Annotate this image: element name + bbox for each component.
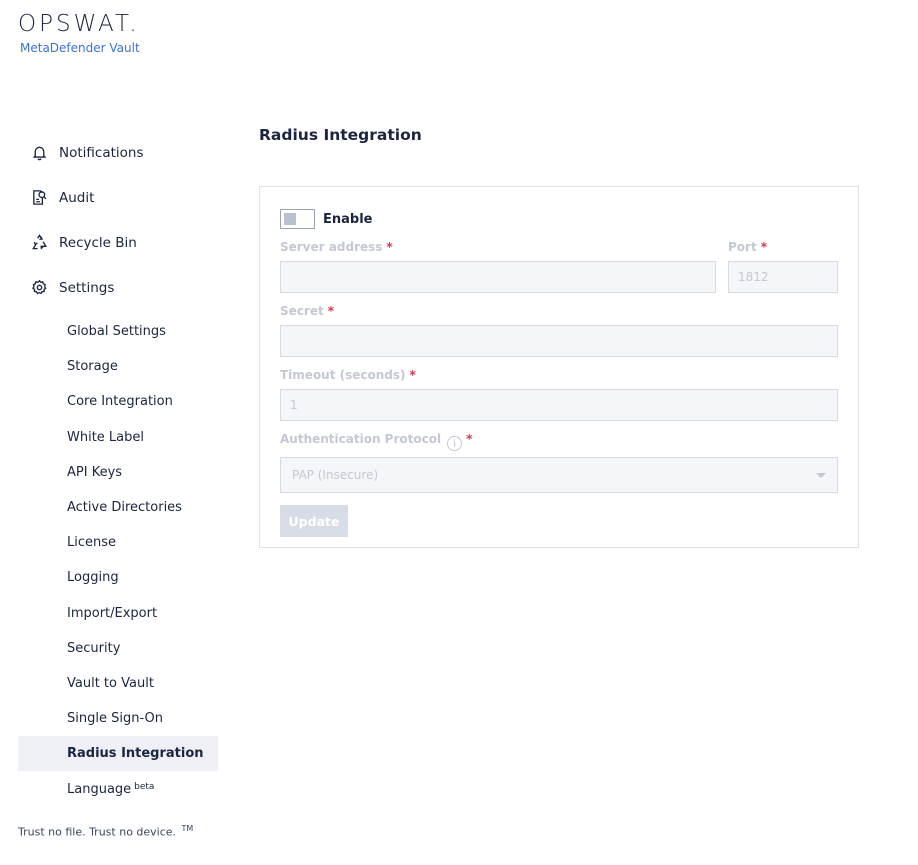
protocol-label: Authentication Protocol i *	[280, 432, 473, 451]
port-label-text: Port	[728, 240, 757, 254]
recycle-icon	[30, 234, 48, 252]
required-mark: *	[409, 368, 416, 382]
sidebar-item-global-settings[interactable]: Global Settings	[18, 314, 218, 349]
protocol-label-text: Authentication Protocol	[280, 432, 442, 446]
required-mark: *	[466, 432, 473, 446]
enable-row: Enable	[280, 209, 373, 229]
sidebar-item-radius-integration[interactable]: Radius Integration	[18, 736, 218, 772]
beta-badge: beta	[134, 782, 155, 793]
protocol-select[interactable]: PAP (Insecure)	[280, 457, 838, 493]
sidebar-item-security[interactable]: Security	[18, 631, 218, 666]
sidebar-item-label: Settings	[59, 279, 115, 296]
sidebar-item-core-integration[interactable]: Core Integration	[18, 384, 218, 419]
sidebar-item-single-sign-on[interactable]: Single Sign-On	[18, 701, 218, 736]
sidebar-item-label: Notifications	[59, 144, 144, 161]
sidebar-item-white-label[interactable]: White Label	[18, 420, 218, 455]
sidebar-item-active-directories[interactable]: Active Directories	[18, 490, 218, 525]
sidebar-item-language[interactable]: Language beta	[18, 771, 218, 806]
enable-label: Enable	[323, 211, 373, 227]
sidebar-item-label: Language	[67, 781, 132, 797]
bell-icon	[30, 144, 48, 162]
timeout-label: Timeout (seconds) *	[280, 368, 416, 382]
sidebar-item-vault-to-vault[interactable]: Vault to Vault	[18, 666, 218, 701]
sidebar-item-logging[interactable]: Logging	[18, 560, 218, 595]
enable-toggle[interactable]	[280, 209, 315, 229]
info-icon[interactable]: i	[447, 436, 463, 451]
sidebar-item-recycle-bin[interactable]: Recycle Bin	[18, 220, 218, 265]
gear-icon	[30, 279, 48, 297]
required-mark: *	[760, 240, 767, 254]
required-mark: *	[327, 304, 334, 318]
trademark-mark: TM	[181, 824, 194, 833]
port-label: Port *	[728, 240, 767, 254]
sidebar-item-api-keys[interactable]: API Keys	[18, 455, 218, 490]
required-mark: *	[386, 240, 393, 254]
server-address-label: Server address *	[280, 240, 393, 254]
radius-settings-card: Enable Server address * Port * 1812 Secret…	[259, 186, 859, 548]
sidebar-item-settings[interactable]: Settings	[18, 265, 218, 310]
audit-icon	[30, 189, 48, 207]
sidebar-item-audit[interactable]: Audit	[18, 175, 218, 220]
settings-subnav: Global Settings Storage Core Integration…	[18, 314, 218, 807]
toggle-knob	[284, 213, 296, 225]
secret-label: Secret *	[280, 304, 334, 318]
product-name: MetaDefender Vault	[20, 41, 140, 55]
tagline-text: Trust no file. Trust no device.	[18, 825, 177, 839]
server-address-label-text: Server address	[280, 240, 383, 254]
sidebar-item-label: Audit	[59, 189, 95, 206]
secret-label-text: Secret	[280, 304, 324, 318]
footer-tagline: Trust no file. Trust no device. TM	[18, 824, 193, 839]
sidebar-item-storage[interactable]: Storage	[18, 349, 218, 384]
sidebar-item-license[interactable]: License	[18, 525, 218, 560]
secret-input[interactable]	[280, 325, 838, 357]
timeout-label-text: Timeout (seconds)	[280, 368, 406, 382]
sidebar: Notifications Audit Recycle Bin Settings…	[18, 130, 218, 807]
sidebar-item-notifications[interactable]: Notifications	[18, 130, 218, 175]
port-input[interactable]: 1812	[728, 261, 838, 293]
chevron-down-icon	[816, 472, 826, 478]
sidebar-item-label: Recycle Bin	[59, 234, 137, 251]
opswat-logo: OPSWAT.	[18, 11, 140, 37]
protocol-selected-value: PAP (Insecure)	[292, 468, 379, 482]
timeout-input[interactable]: 1	[280, 389, 838, 421]
page-title: Radius Integration	[259, 126, 422, 144]
brand: OPSWAT. MetaDefender Vault	[18, 12, 140, 55]
update-button[interactable]: Update	[280, 505, 348, 537]
server-address-input[interactable]	[280, 261, 716, 293]
sidebar-item-import-export[interactable]: Import/Export	[18, 596, 218, 631]
